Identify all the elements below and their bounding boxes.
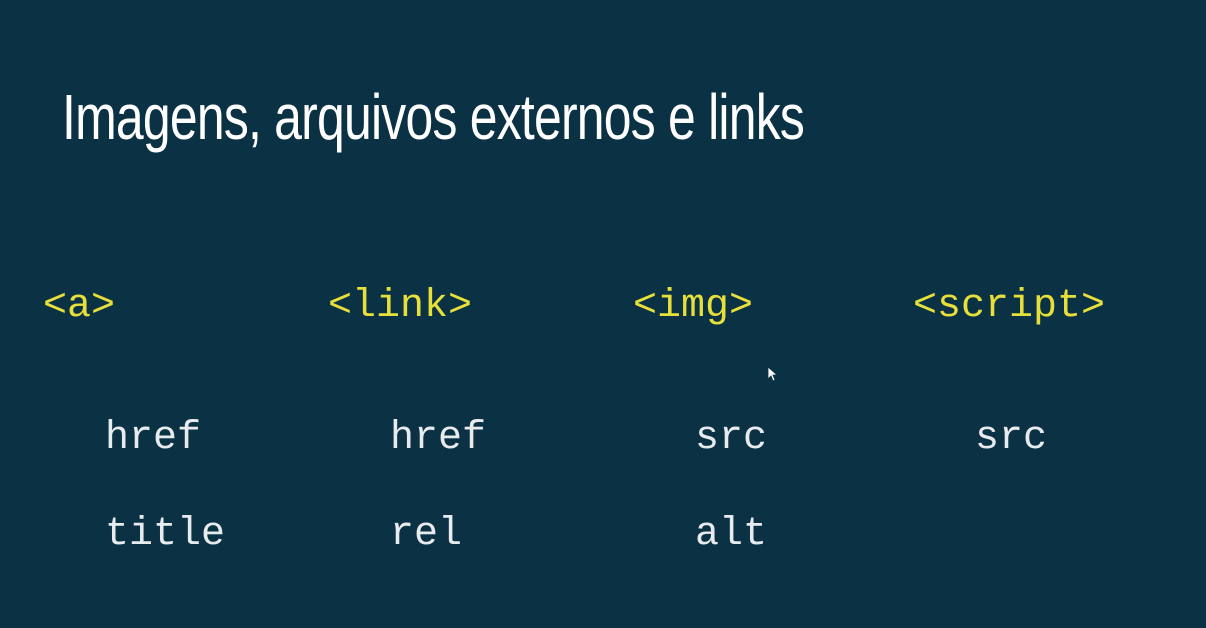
tag-label: <link> bbox=[328, 284, 473, 329]
mouse-pointer-icon bbox=[767, 366, 777, 382]
column-a-tag: <a> href title bbox=[43, 243, 225, 628]
attribute-item: rel bbox=[390, 512, 463, 557]
attribute-item: alt bbox=[695, 512, 768, 557]
attribute-list: href rel bbox=[328, 373, 486, 601]
attribute-item: src bbox=[695, 416, 768, 461]
attribute-list: src bbox=[913, 373, 1105, 505]
attribute-item: src bbox=[975, 416, 1048, 461]
column-script-tag: <script> src bbox=[913, 243, 1105, 541]
tag-label: <script> bbox=[913, 284, 1106, 329]
slide: Imagens, arquivos externos e links <a> h… bbox=[0, 0, 1206, 628]
tag-label: <a> bbox=[43, 284, 116, 329]
attribute-list: href title bbox=[43, 373, 225, 601]
column-link-tag: <link> href rel bbox=[328, 243, 486, 628]
column-img-tag: <img> src alt bbox=[633, 243, 767, 628]
attribute-item: title bbox=[105, 512, 226, 557]
attribute-list: src alt bbox=[633, 373, 767, 601]
attribute-item: href bbox=[105, 416, 202, 461]
tag-label: <img> bbox=[633, 284, 754, 329]
attribute-item: href bbox=[390, 416, 487, 461]
slide-title: Imagens, arquivos externos e links bbox=[62, 81, 805, 153]
